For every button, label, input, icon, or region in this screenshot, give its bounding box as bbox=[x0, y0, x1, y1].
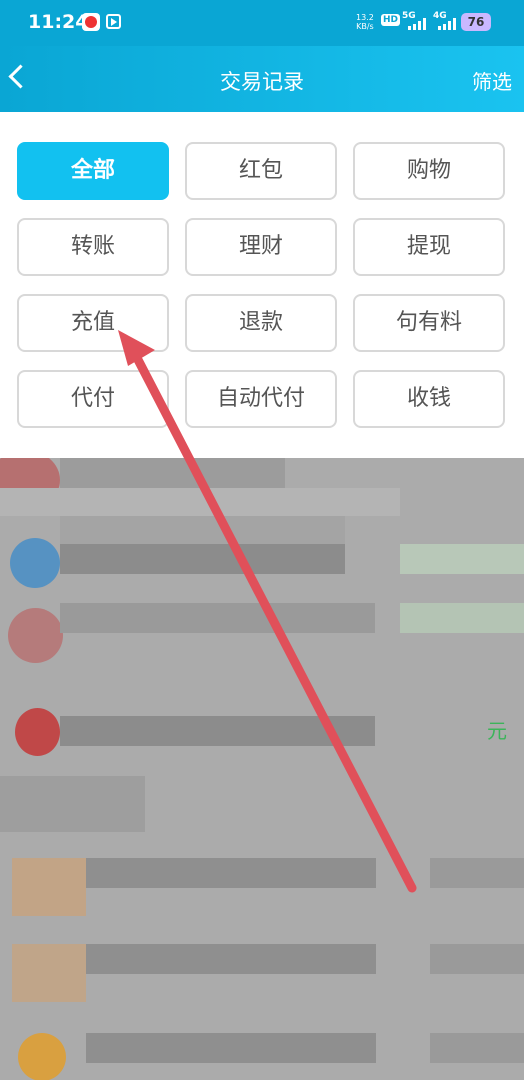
avatar bbox=[15, 708, 60, 756]
list-item bbox=[86, 1033, 376, 1063]
shopping-bag-icon bbox=[18, 1033, 66, 1080]
status-time: 11:24 bbox=[28, 11, 89, 33]
list-item bbox=[60, 544, 345, 574]
list-item bbox=[60, 716, 375, 746]
filter-chip-juyouliao[interactable]: 句有料 bbox=[353, 294, 505, 352]
avatar bbox=[12, 858, 86, 916]
list-item bbox=[86, 858, 376, 888]
filter-chip-recharge[interactable]: 充值 bbox=[17, 294, 169, 352]
video-app-icon bbox=[106, 14, 121, 29]
page-title: 交易记录 bbox=[220, 70, 304, 94]
sim1-signal-icon bbox=[408, 18, 426, 30]
avatar bbox=[8, 608, 63, 663]
avatar bbox=[12, 944, 86, 1002]
filter-chip-auto-pay[interactable]: 自动代付 bbox=[185, 370, 337, 428]
filter-chip-all[interactable]: 全部 bbox=[17, 142, 169, 200]
status-bar: 11:24 13.2 KB/s HD 5G 4G 76 bbox=[0, 0, 524, 46]
avatar bbox=[10, 538, 60, 588]
filter-chip-shopping[interactable]: 购物 bbox=[353, 142, 505, 200]
list-item bbox=[60, 603, 375, 633]
battery-icon: 76 bbox=[461, 13, 491, 31]
transaction-list-dimmed: 元 bbox=[0, 458, 524, 1080]
filter-chip-withdraw[interactable]: 提现 bbox=[353, 218, 505, 276]
list-item bbox=[60, 458, 285, 488]
filter-chip-pay-for-others[interactable]: 代付 bbox=[17, 370, 169, 428]
filter-chip-red-packet[interactable]: 红包 bbox=[185, 142, 337, 200]
hd-voice-icon: HD bbox=[381, 14, 401, 26]
list-item bbox=[86, 944, 376, 974]
nav-bar: 交易记录 筛选 bbox=[0, 46, 524, 112]
filter-chip-receive-money[interactable]: 收钱 bbox=[353, 370, 505, 428]
filter-chip-refund[interactable]: 退款 bbox=[185, 294, 337, 352]
filter-chip-transfer[interactable]: 转账 bbox=[17, 218, 169, 276]
filter-panel: 全部 红包 购物 转账 理财 提现 充值 退款 句有料 代付 自动代付 收钱 bbox=[0, 112, 524, 458]
filter-chip-wealth[interactable]: 理财 bbox=[185, 218, 337, 276]
filter-button[interactable]: 筛选 bbox=[472, 66, 512, 95]
amount-unit: 元 bbox=[487, 719, 507, 743]
network-speed: 13.2 KB/s bbox=[356, 13, 374, 31]
notification-app-icon bbox=[82, 13, 100, 31]
sim2-signal-icon bbox=[438, 18, 456, 30]
